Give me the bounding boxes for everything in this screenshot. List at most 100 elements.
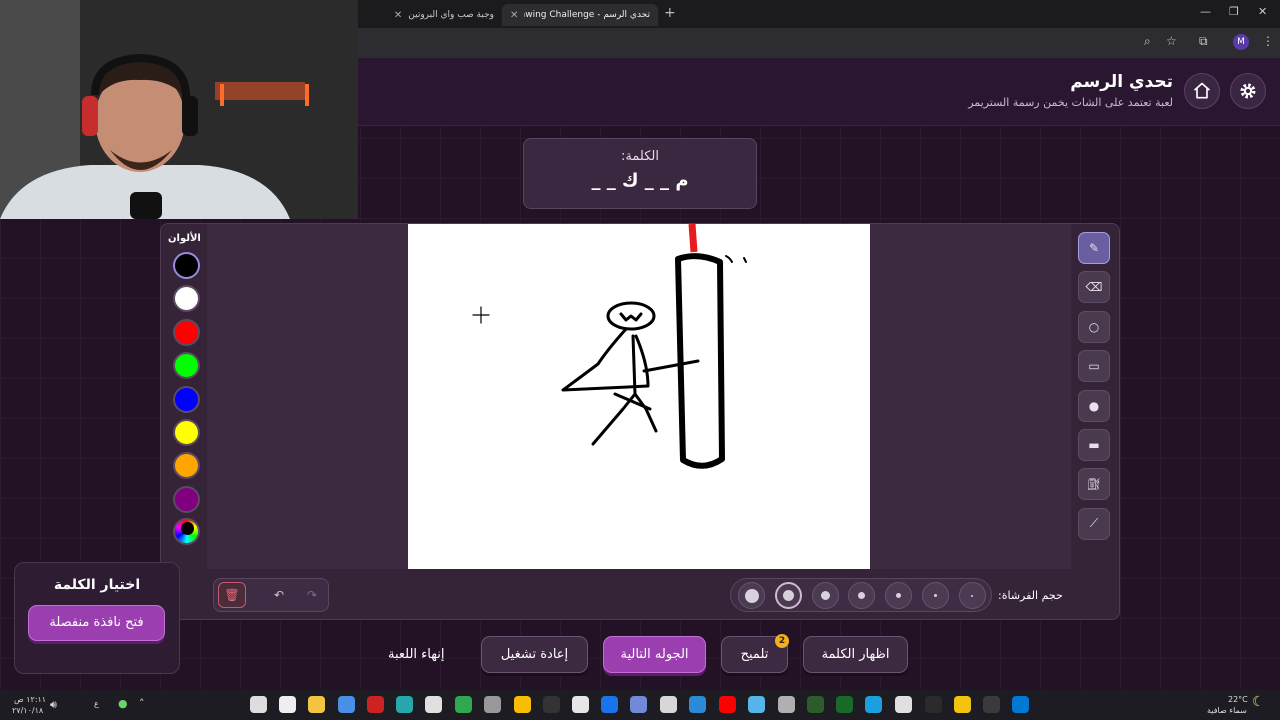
- taskbar-app-icon[interactable]: [396, 696, 413, 713]
- brush-size-label: حجم الفرشاة:: [998, 589, 1063, 602]
- tab-label: تحدي الرسم - Drawing Challenge: [524, 10, 650, 20]
- profile-avatar[interactable]: M: [1233, 34, 1249, 50]
- color-swatch[interactable]: [173, 419, 200, 446]
- current-color-dot: [181, 522, 194, 535]
- undo-button[interactable]: ↶: [265, 582, 293, 608]
- star-icon[interactable]: ☆: [1166, 34, 1177, 48]
- close-tab-icon[interactable]: ✕: [394, 10, 402, 21]
- page-title: تحدي الرسم: [1070, 72, 1173, 92]
- brush-size-option[interactable]: [885, 582, 913, 609]
- maximize-icon[interactable]: ❐: [1229, 5, 1239, 18]
- end-game-button[interactable]: إنهاء اللعبة: [388, 647, 444, 662]
- taskbar-app-icon[interactable]: [514, 696, 531, 713]
- brush-size-option[interactable]: [774, 582, 802, 609]
- brush-size-option[interactable]: [958, 582, 986, 609]
- taskbar-app-icon[interactable]: [455, 696, 472, 713]
- taskbar-app-icon[interactable]: [689, 696, 706, 713]
- settings-button[interactable]: [1230, 73, 1266, 109]
- pen-icon: ✎: [1088, 241, 1100, 255]
- color-swatch[interactable]: [173, 318, 200, 346]
- taskbar-app-icon[interactable]: [983, 696, 1000, 713]
- tray-chevron-icon[interactable]: ˄: [139, 697, 145, 710]
- brush-size-option[interactable]: [811, 582, 839, 609]
- taskbar-app-icon[interactable]: [954, 696, 971, 713]
- open-separate-window-button[interactable]: فتح نافذة منفصلة: [28, 605, 165, 641]
- taskbar-app-icon[interactable]: [925, 696, 942, 713]
- circle-filled-tool-button[interactable]: ●: [1078, 389, 1110, 422]
- browser-tab-drawing-challenge[interactable]: تحدي الرسم - Drawing Challenge ✕: [502, 4, 658, 26]
- circle-filled-icon: ●: [1088, 398, 1100, 413]
- custom-color-picker[interactable]: [173, 518, 200, 545]
- zoom-icon[interactable]: ⌕: [1144, 34, 1151, 49]
- fill-bucket-tool-button[interactable]: ⛽︎: [1078, 468, 1110, 501]
- taskbar-app-icon[interactable]: [601, 696, 618, 713]
- brush-size-dot: [782, 590, 794, 601]
- taskbar-app-icon[interactable]: [719, 696, 736, 713]
- close-tab-icon[interactable]: ✕: [510, 10, 518, 21]
- drawing-canvas[interactable]: [408, 223, 870, 569]
- taskbar-app-icon[interactable]: [543, 696, 560, 713]
- taskbar-app-icon[interactable]: [807, 696, 824, 713]
- trash-icon: 🗑: [224, 588, 240, 602]
- brush-size-dot: [744, 588, 759, 603]
- taskbar-app-icon[interactable]: [778, 696, 795, 713]
- taskbar-app-icon[interactable]: [630, 696, 647, 713]
- brush-size-dot: [971, 594, 974, 597]
- taskbar-app-icon[interactable]: [836, 696, 853, 713]
- extensions-icon[interactable]: ⧉: [1199, 34, 1208, 49]
- taskbar-app-icon[interactable]: [748, 696, 765, 713]
- taskbar-app-icon[interactable]: [865, 696, 882, 713]
- rectangle-outline-icon: ▭: [1088, 359, 1100, 374]
- browser-tab-subway[interactable]: وجبة صب واي البروتين ✕: [362, 4, 502, 26]
- next-round-button[interactable]: الجوله التالية: [603, 636, 706, 673]
- taskbar-app-icon[interactable]: [1012, 696, 1029, 713]
- brush-size-option[interactable]: [738, 582, 765, 609]
- redo-button[interactable]: ↷: [298, 582, 326, 608]
- color-swatch[interactable]: [173, 352, 200, 380]
- colors-label: الألوان: [168, 233, 201, 244]
- eraser-tool-button[interactable]: ⌫: [1078, 271, 1110, 304]
- taskbar-app-icon[interactable]: [279, 696, 296, 713]
- restart-button[interactable]: إعادة تشغيل: [481, 636, 588, 673]
- weather-temp: 22°C: [1228, 695, 1248, 704]
- color-swatch[interactable]: [173, 385, 200, 413]
- minimize-icon[interactable]: —: [1200, 5, 1211, 18]
- show-word-button[interactable]: اظهار الكلمة: [803, 636, 908, 673]
- microphone-icon[interactable]: ●: [118, 697, 128, 710]
- taskbar-app-icon[interactable]: [367, 696, 384, 713]
- taskbar-app-icon[interactable]: [425, 696, 442, 713]
- webcam-overlay: [0, 0, 358, 219]
- home-button[interactable]: [1184, 73, 1220, 109]
- rectangle-outline-tool-button[interactable]: ▭: [1078, 350, 1110, 383]
- taskbar-app-icon[interactable]: [572, 696, 589, 713]
- gear-icon: [1240, 83, 1256, 99]
- close-window-icon[interactable]: ✕: [1258, 5, 1267, 18]
- taskbar-app-icon[interactable]: [895, 696, 912, 713]
- line-tool-button[interactable]: ⟋: [1078, 507, 1110, 540]
- page-subtitle: لعبة تعتمد على الشات يخمن رسمة الستريمر: [968, 96, 1173, 109]
- clear-canvas-button[interactable]: 🗑: [218, 582, 246, 608]
- moon-icon: ☾: [1252, 694, 1265, 710]
- eraser-icon: ⌫: [1085, 280, 1103, 295]
- brush-size-dot: [934, 594, 937, 597]
- volume-icon[interactable]: 🔊︎: [50, 698, 57, 712]
- pen-tool-button[interactable]: ✎: [1078, 232, 1110, 264]
- tab-label: وجبة صب واي البروتين: [408, 10, 494, 20]
- word-card: الكلمة: م _ _ ك _ _: [523, 138, 757, 209]
- taskbar-app-icon[interactable]: [660, 696, 677, 713]
- new-tab-icon[interactable]: +: [664, 5, 676, 21]
- taskbar-app-icon[interactable]: [338, 696, 355, 713]
- rectangle-filled-tool-button[interactable]: ▬: [1078, 429, 1110, 461]
- menu-icon[interactable]: ⋮: [1262, 34, 1274, 48]
- word-choice-title: اختيار الكلمة: [53, 577, 141, 593]
- color-swatch[interactable]: [173, 485, 200, 513]
- color-swatch[interactable]: [173, 252, 200, 279]
- taskbar-app-icon[interactable]: [484, 696, 501, 713]
- taskbar-app-icon[interactable]: [250, 696, 267, 713]
- taskbar-app-icon[interactable]: [308, 696, 325, 713]
- clock-time: ١٢:١١ ص: [14, 695, 47, 704]
- brush-size-option[interactable]: [922, 582, 949, 609]
- keyboard-language[interactable]: ع: [94, 699, 99, 708]
- circle-outline-tool-button[interactable]: ○: [1078, 310, 1110, 343]
- brush-size-dot: [896, 593, 902, 598]
